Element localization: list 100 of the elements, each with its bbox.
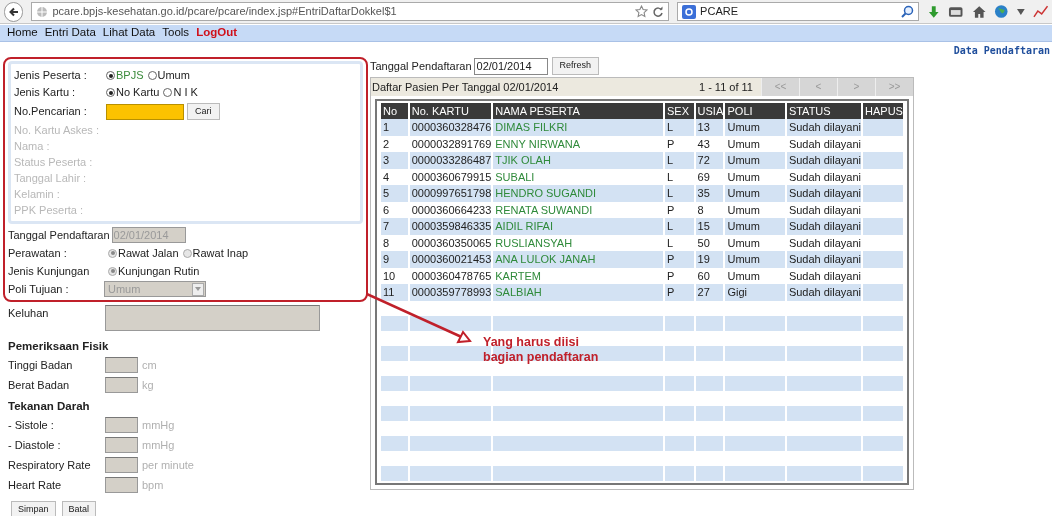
- table-cell: 9: [381, 251, 408, 268]
- table-cell: 5: [381, 185, 408, 202]
- form-button[interactable]: Simpan: [11, 501, 56, 516]
- table-cell: DIMAS FILKRI: [493, 119, 663, 136]
- field-label: Respiratory Rate: [8, 457, 92, 473]
- table-cell: Sudah dilayani: [786, 152, 862, 169]
- field-label: Tinggi Badan: [8, 357, 74, 373]
- column-header: No: [381, 102, 408, 120]
- unit-label: mmHg: [141, 417, 175, 433]
- measure-field[interactable]: [105, 457, 138, 473]
- download-icon[interactable]: [926, 4, 941, 19]
- table-cell: L: [664, 185, 694, 202]
- radio-label[interactable]: Umum: [157, 67, 190, 84]
- field-label: - Diastole :: [8, 437, 62, 453]
- home-icon[interactable]: [971, 4, 987, 19]
- table-cell: 0000359778993: [409, 284, 492, 301]
- radio-button[interactable]: [106, 88, 115, 97]
- search-engine-icon: [682, 4, 697, 19]
- unit-label: mmHg: [141, 437, 175, 453]
- search-field[interactable]: PCARE: [677, 2, 919, 21]
- radio-label[interactable]: N I K: [173, 84, 198, 101]
- back-button[interactable]: [4, 1, 24, 22]
- info-label: Kelamin :: [14, 186, 60, 202]
- table-cell: L: [664, 152, 694, 169]
- field-label: Poli Tujuan :: [8, 281, 70, 297]
- menu-item[interactable]: Lihat Data: [102, 24, 156, 42]
- table-cell: Umum: [725, 119, 785, 136]
- measure-field[interactable]: [105, 357, 138, 373]
- field-label: Jenis Kartu :: [14, 85, 77, 101]
- list-title: Daftar Pasien Per Tanggal 02/01/2014: [371, 79, 560, 95]
- table-cell: 0000997651798: [409, 185, 492, 202]
- table-cell: 0000360021453: [409, 251, 492, 268]
- column-header: SEX: [664, 102, 694, 120]
- field-label: Jenis Peserta :: [14, 68, 88, 84]
- chart-icon[interactable]: [1032, 4, 1048, 19]
- column-header: POLI: [725, 102, 785, 120]
- table-cell: Gigi: [725, 284, 785, 301]
- menu-item[interactable]: Entri Data: [44, 24, 96, 42]
- complaint-field[interactable]: [105, 305, 320, 331]
- table-cell: 1: [381, 119, 408, 136]
- radio-button[interactable]: [147, 71, 157, 80]
- table-cell: Sudah dilayani: [786, 284, 862, 301]
- table-cell: Sudah dilayani: [786, 119, 862, 136]
- search-icon[interactable]: [900, 5, 914, 18]
- radio-button[interactable]: [106, 71, 115, 80]
- globe-icon: [36, 5, 49, 18]
- star-icon[interactable]: [635, 5, 649, 18]
- refresh-button[interactable]: Refresh: [551, 57, 600, 75]
- info-label: Tanggal Lahir :: [14, 170, 87, 186]
- table-cell: Sudah dilayani: [786, 251, 862, 268]
- table-cell: 15: [695, 218, 724, 235]
- column-header: No. KARTU: [409, 102, 492, 120]
- reload-icon[interactable]: [652, 5, 665, 18]
- table-cell: Umum: [725, 152, 785, 169]
- unit-label: bpm: [141, 477, 164, 493]
- table-cell: 35: [695, 185, 724, 202]
- table-cell: L: [664, 218, 694, 235]
- table-cell: 0000360328476: [409, 119, 492, 136]
- info-label: Status Peserta :: [14, 154, 93, 170]
- page-title: Data Pendaftaran: [953, 44, 1050, 57]
- table-cell: ANA LULOK JANAH: [493, 251, 663, 268]
- radio-label[interactable]: BPJS: [116, 67, 144, 84]
- table-cell: TJIK OLAH: [493, 152, 663, 169]
- table-cell: 19: [695, 251, 724, 268]
- menu-item[interactable]: Home: [7, 24, 38, 42]
- table-cell: Umum: [725, 185, 785, 202]
- column-header: HAPUS: [863, 102, 903, 120]
- form-button[interactable]: Batal: [61, 501, 97, 516]
- address-bar[interactable]: pcare.bpjs-kesehatan.go.id/pcare/pcare/index.jsp#EntriDaftarDokkel$1: [31, 2, 670, 21]
- search-number-field[interactable]: [106, 103, 184, 120]
- table-cell: AIDIL RIFAI: [493, 218, 663, 235]
- table-cell: 13: [695, 119, 724, 136]
- measure-field[interactable]: [105, 477, 138, 493]
- annotation-text: Yang harus diisi bagian pendaftaran: [483, 335, 600, 365]
- globe-icon[interactable]: [994, 4, 1009, 19]
- table-cell: 0000359846335: [409, 218, 492, 235]
- table-cell: 3: [381, 152, 408, 169]
- table-cell: 27: [695, 284, 724, 301]
- table-cell: 7: [381, 218, 408, 235]
- back-arrow-icon: [7, 5, 20, 18]
- unit-label: kg: [141, 377, 154, 393]
- search-button[interactable]: Cari: [187, 103, 220, 120]
- menu-item[interactable]: LogOut: [196, 24, 237, 42]
- field-label: Jenis Kunjungan: [8, 263, 91, 279]
- menu-item[interactable]: Tools: [162, 24, 190, 42]
- measure-field[interactable]: [105, 377, 138, 393]
- table-cell: P: [664, 251, 694, 268]
- radio-label[interactable]: No Kartu: [116, 84, 160, 101]
- radio-button[interactable]: [163, 88, 173, 97]
- field-label: Tanggal Pendaftaran: [8, 227, 111, 243]
- table-cell: 11: [381, 284, 408, 301]
- caret-icon: [195, 287, 201, 291]
- date-field[interactable]: 02/01/2014: [473, 57, 548, 75]
- measure-field[interactable]: [105, 437, 138, 453]
- caret-icon[interactable]: [1016, 8, 1025, 15]
- info-label: PPK Peserta :: [14, 202, 84, 218]
- measure-field[interactable]: [105, 417, 138, 433]
- table-cell: P: [664, 284, 694, 301]
- table-cell: 72: [695, 152, 724, 169]
- page-range: 1 - 11 of 11: [698, 79, 754, 95]
